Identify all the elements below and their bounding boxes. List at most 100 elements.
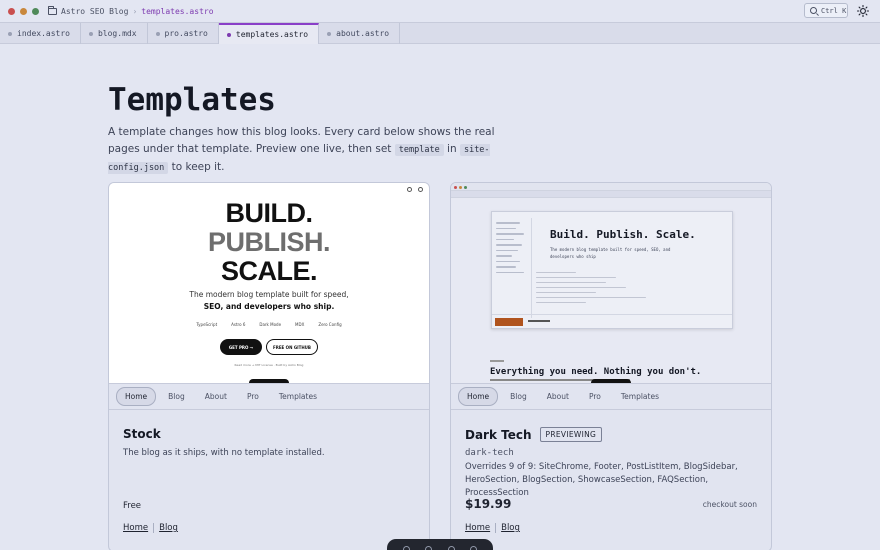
page-intro: A template changes how this blog looks. … xyxy=(108,124,528,177)
search-button[interactable]: Ctrl K xyxy=(804,3,848,18)
link-home[interactable]: Home xyxy=(123,523,148,533)
card-description: Overrides 9 of 9: SiteChrome, Footer, Po… xyxy=(465,462,738,498)
link-home[interactable]: Home xyxy=(465,523,490,533)
tab-blog[interactable]: blog.mdx xyxy=(81,23,148,44)
preview-get-pro-button: GET PRO → xyxy=(220,339,262,355)
nav-about[interactable]: About xyxy=(197,388,235,405)
preview-buttons: GET PRO → FREE ON GITHUB xyxy=(109,339,429,355)
tab-label: pro.astro xyxy=(164,29,208,38)
preview-code xyxy=(536,268,724,303)
tab-templates[interactable]: templates.astro xyxy=(218,23,320,44)
tab-label: about.astro xyxy=(336,29,390,38)
nav-about[interactable]: About xyxy=(539,388,577,405)
template-card-stock: BUILD. PUBLISH. SCALE. The modern blog t… xyxy=(108,182,430,550)
card-price: Free xyxy=(123,501,142,511)
breadcrumb-separator: › xyxy=(132,6,138,16)
preview-tag: MDX xyxy=(295,322,305,327)
title-bar: Astro SEO Blog › templates.astro Ctrl K xyxy=(0,0,880,22)
folder-icon xyxy=(48,5,57,15)
tab-label: index.astro xyxy=(17,29,70,38)
maximize-dot[interactable] xyxy=(32,7,39,15)
divider xyxy=(153,523,155,533)
preview-hero: Build. Publish. Scale. xyxy=(550,228,696,241)
template-preview[interactable]: Build. Publish. Scale. The modern blog t… xyxy=(451,183,771,383)
file-dot-icon xyxy=(155,31,160,36)
preview-toolbar xyxy=(407,187,423,192)
nav-templates[interactable]: Templates xyxy=(271,388,325,405)
dock-send-icon[interactable] xyxy=(425,545,433,550)
tab-pro[interactable]: pro.astro xyxy=(148,23,219,44)
preview-tag: TypeScript xyxy=(196,322,218,327)
file-dot-icon xyxy=(8,31,12,36)
minimize-dot[interactable] xyxy=(20,7,27,15)
file-dot-icon xyxy=(327,31,332,36)
link-blog[interactable]: Blog xyxy=(501,523,520,533)
sun-icon[interactable] xyxy=(857,5,869,17)
preview-hero-subtitle: The modern blog template built for speed… xyxy=(550,247,671,259)
card-slug: dark-tech xyxy=(465,448,514,458)
tab-bar: index.astro blog.mdx pro.astro templates… xyxy=(0,22,880,44)
tab-label: templates.astro xyxy=(235,30,309,39)
nav-templates[interactable]: Templates xyxy=(613,388,667,405)
card-price: $19.99 xyxy=(465,497,512,511)
preview-github-link xyxy=(528,319,550,322)
tab-about[interactable]: about.astro xyxy=(319,23,401,44)
search-icon xyxy=(407,187,412,192)
window-controls xyxy=(8,7,39,15)
card-links: Home Blog xyxy=(465,523,520,533)
close-dot xyxy=(454,185,457,189)
card-name: Stock xyxy=(123,427,161,441)
search-shortcut: Ctrl K xyxy=(821,6,847,15)
intro-text: to keep it. xyxy=(168,161,225,173)
preview-subtitle: The modern blog template built for speed… xyxy=(189,290,349,299)
card-title: Dark Tech PREVIEWING xyxy=(465,427,603,442)
previewing-badge: PREVIEWING xyxy=(539,427,603,442)
card-links: Home Blog xyxy=(123,523,178,533)
nav-blog[interactable]: Blog xyxy=(502,388,535,405)
preview-file-tree xyxy=(492,218,532,318)
nav-blog[interactable]: Blog xyxy=(160,388,193,405)
preview-get-pro-button xyxy=(495,318,523,326)
dock-home-icon[interactable] xyxy=(402,545,410,550)
preview-tags: TypeScript Astro 6 Dark Mode MDX Zero Co… xyxy=(109,322,429,327)
template-preview[interactable]: BUILD. PUBLISH. SCALE. The modern blog t… xyxy=(109,183,429,383)
preview-tag: Zero Config xyxy=(318,322,342,327)
preview-nav: Home Blog About Pro Templates xyxy=(451,383,771,410)
checkout-status: checkout soon xyxy=(702,500,757,509)
divider xyxy=(495,523,497,533)
breadcrumb: Astro SEO Blog › templates.astro xyxy=(48,5,214,16)
preview-nav: Home Blog About Pro Templates xyxy=(109,383,429,410)
theme-icon xyxy=(418,187,423,192)
nav-home[interactable]: Home xyxy=(116,387,157,406)
dock-search-icon[interactable] xyxy=(470,545,478,550)
preview-footnote: Read more → MIT License · Built by Astro… xyxy=(234,363,304,367)
nav-home[interactable]: Home xyxy=(458,387,499,406)
preview-subtitle: SEO, and developers who ship. xyxy=(203,302,335,311)
file-dot-icon xyxy=(88,31,93,36)
template-card-dark-tech: Build. Publish. Scale. The modern blog t… xyxy=(450,182,772,550)
page-title: Templates xyxy=(108,82,276,118)
preview-section-tag xyxy=(490,360,504,362)
preview-tabbar xyxy=(451,191,771,198)
close-dot[interactable] xyxy=(8,7,15,15)
bottom-dock xyxy=(387,539,493,550)
intro-text: in xyxy=(443,143,460,155)
card-name: Dark Tech xyxy=(465,427,532,442)
preview-tag: Dark Mode xyxy=(259,322,282,327)
minimize-dot xyxy=(459,185,462,189)
nav-pro[interactable]: Pro xyxy=(239,388,267,405)
tab-index[interactable]: index.astro xyxy=(0,23,81,44)
current-file: templates.astro xyxy=(141,6,214,16)
preview-tag: Astro 6 xyxy=(231,322,246,327)
preview-editor-footer xyxy=(492,314,732,328)
nav-pro[interactable]: Pro xyxy=(581,388,609,405)
preview-hero-line: SCALE. xyxy=(220,256,318,286)
preview-titlebar xyxy=(451,183,771,191)
preview-hero-line: BUILD. xyxy=(225,198,314,228)
link-blog[interactable]: Blog xyxy=(159,523,178,533)
preview-headline: Everything you need. Nothing you don't. xyxy=(490,367,702,377)
dock-menu-icon[interactable] xyxy=(447,545,455,550)
card-title: Stock xyxy=(123,427,161,441)
preview-hero-line: PUBLISH. xyxy=(207,227,331,257)
tab-label: blog.mdx xyxy=(97,29,137,38)
